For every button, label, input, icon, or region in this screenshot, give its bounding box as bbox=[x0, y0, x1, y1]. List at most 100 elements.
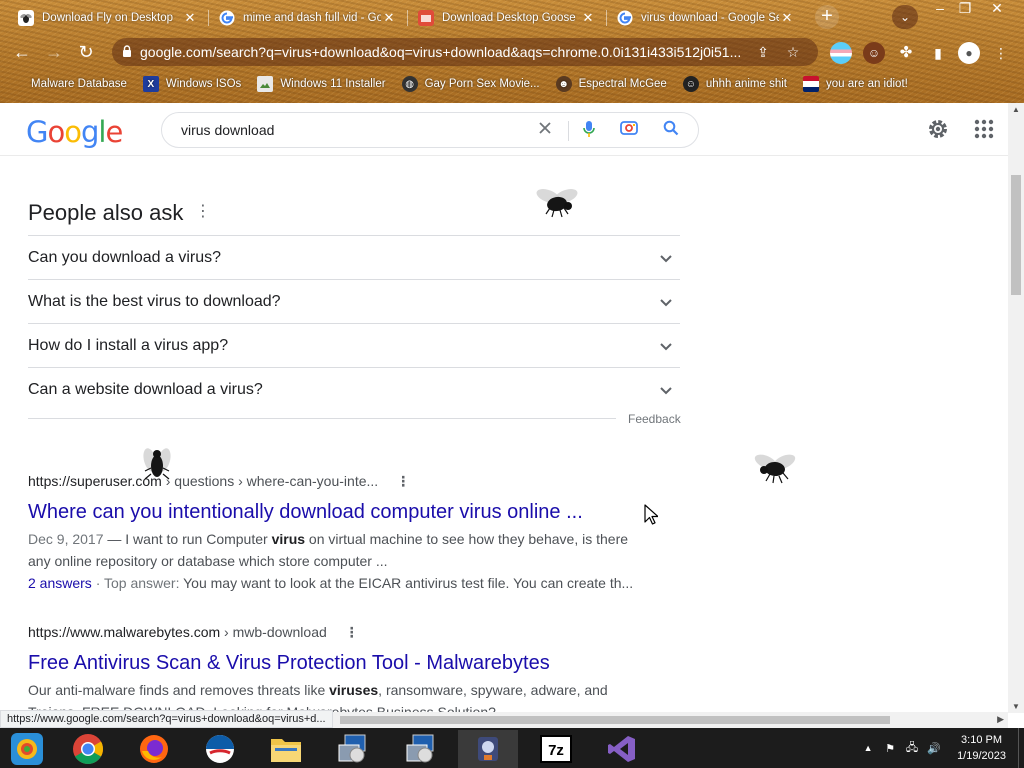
new-tab-button[interactable]: + bbox=[815, 5, 839, 29]
tab-desktop-goose[interactable]: Download Desktop Goose ✕ bbox=[408, 4, 606, 32]
browser-toolbar: ← → ↻ google.com/search?q=virus+download… bbox=[0, 34, 1024, 70]
taskbar-obama-app[interactable] bbox=[190, 730, 250, 768]
action-center-flag-icon[interactable]: ⚑ bbox=[879, 742, 901, 755]
fly-icon[interactable] bbox=[140, 446, 174, 486]
taskbar-7zip[interactable]: 7z bbox=[526, 730, 586, 768]
tab-search-chevron-icon[interactable]: ⌄ bbox=[892, 5, 918, 29]
profile-extension-icon[interactable]: ☺ bbox=[863, 42, 885, 64]
address-url[interactable]: google.com/search?q=virus+download&oq=vi… bbox=[140, 44, 748, 60]
file-explorer-icon bbox=[271, 739, 301, 762]
taskbar-chrome[interactable] bbox=[58, 730, 118, 768]
taskbar-firefox[interactable] bbox=[124, 730, 184, 768]
settings-gear-icon[interactable] bbox=[926, 117, 950, 141]
taskbar-visual-studio[interactable] bbox=[592, 730, 652, 768]
network-icon[interactable]: 🖧 bbox=[901, 739, 923, 758]
bookmark-espectral-mcgee[interactable]: ☻ Espectral McGee bbox=[555, 76, 667, 92]
bookmark-malware-database[interactable]: Malware Database bbox=[8, 76, 127, 92]
result-date: Dec 9, 2017 bbox=[28, 531, 104, 547]
paa-question-text: Can a website download a virus? bbox=[28, 381, 263, 398]
google-favicon-icon bbox=[617, 10, 633, 26]
bookmark-you-are-an-idiot[interactable]: you are an idiot! bbox=[803, 76, 908, 92]
vertical-scrollbar[interactable]: ▲ ▼ bbox=[1008, 103, 1024, 713]
goose-favicon-icon bbox=[418, 10, 434, 26]
tab-mime-and-dash[interactable]: mime and dash full vid - Go ✕ bbox=[209, 4, 407, 32]
result-title-link[interactable]: Where can you intentionally download com… bbox=[28, 499, 648, 525]
bookmark-label: Gay Porn Sex Movie... bbox=[424, 78, 540, 90]
google-logo[interactable]: Google bbox=[26, 115, 123, 149]
show-desktop-button[interactable] bbox=[1018, 728, 1024, 768]
chevron-down-icon bbox=[660, 298, 672, 306]
x-logo-icon: X bbox=[142, 76, 159, 92]
result-menu-icon[interactable]: ⋮ bbox=[345, 622, 359, 642]
tab-close-icon[interactable]: ✕ bbox=[182, 10, 198, 26]
snippet-text: — I want to run Computer bbox=[103, 531, 272, 547]
chrome-menu-icon[interactable]: ⋮ bbox=[990, 42, 1012, 64]
tab-title: mime and dash full vid - Go bbox=[243, 12, 381, 24]
visual-studio-icon bbox=[608, 736, 635, 762]
tab-close-icon[interactable]: ✕ bbox=[580, 10, 596, 26]
tab-download-fly[interactable]: Download Fly on Desktop ✕ bbox=[8, 4, 208, 32]
taskbar-file-explorer[interactable] bbox=[256, 730, 316, 768]
feedback-link[interactable]: Feedback bbox=[628, 412, 681, 426]
tab-close-icon[interactable]: ✕ bbox=[381, 10, 397, 26]
google-apps-grid-icon[interactable] bbox=[972, 117, 996, 141]
show-hidden-icons-chevron-icon[interactable]: ▲ bbox=[857, 743, 879, 753]
volume-icon[interactable]: 🔊 bbox=[923, 742, 945, 755]
more-options-icon[interactable]: ⋮ bbox=[195, 203, 211, 221]
share-icon[interactable]: ⇪ bbox=[748, 44, 778, 61]
start-icon bbox=[11, 733, 43, 765]
tab-close-icon[interactable]: ✕ bbox=[779, 10, 795, 26]
search-box[interactable] bbox=[161, 112, 699, 148]
bookmark-anime[interactable]: ☺ uhhh anime shit bbox=[682, 76, 787, 92]
answers-link[interactable]: 2 answers bbox=[28, 575, 92, 591]
paa-question[interactable]: What is the best virus to download? bbox=[28, 280, 680, 324]
result-site: https://www.malwarebytes.com bbox=[28, 624, 221, 640]
scroll-down-arrow-icon[interactable]: ▼ bbox=[1012, 702, 1020, 711]
side-panel-icon[interactable]: ▮ bbox=[927, 42, 949, 64]
extensions-puzzle-icon[interactable]: ✤ bbox=[895, 42, 917, 64]
link-status-bubble: https://www.google.com/search?q=virus+do… bbox=[0, 710, 333, 728]
address-bar[interactable]: google.com/search?q=virus+download&oq=vi… bbox=[112, 38, 818, 66]
scroll-right-arrow-icon[interactable]: ▶ bbox=[997, 714, 1004, 725]
paa-question-text: How do I install a virus app? bbox=[28, 336, 229, 354]
restore-icon[interactable]: ❐ bbox=[950, 0, 980, 18]
result-title-link[interactable]: Free Antivirus Scan & Virus Protection T… bbox=[28, 650, 648, 676]
scroll-up-arrow-icon[interactable]: ▲ bbox=[1012, 105, 1020, 114]
paa-question[interactable]: Can you download a virus? bbox=[28, 236, 680, 280]
tab-virus-download[interactable]: virus download - Google Se ✕ bbox=[607, 4, 805, 32]
start-button[interactable] bbox=[0, 730, 54, 768]
search-results: People also ask ⋮ Can you download a vir… bbox=[0, 156, 1008, 712]
paa-question[interactable]: How do I install a virus app? bbox=[28, 324, 680, 368]
clock-time: 3:10 PM bbox=[961, 734, 1003, 746]
scrollbar-thumb[interactable] bbox=[1011, 175, 1021, 295]
reload-icon[interactable]: ↻ bbox=[74, 40, 98, 64]
taskbar-installer-2[interactable] bbox=[390, 730, 450, 768]
taskbar-clock[interactable]: 3:10 PM 1/19/2023 bbox=[945, 732, 1018, 764]
search-input[interactable] bbox=[181, 122, 511, 138]
taskbar-installer-1[interactable] bbox=[322, 730, 382, 768]
bookmark-movie-site[interactable]: ◍ Gay Porn Sex Movie... bbox=[401, 76, 540, 92]
profile-avatar-icon[interactable]: ● bbox=[958, 42, 980, 64]
installer-icon bbox=[406, 734, 434, 763]
close-window-icon[interactable]: ✕ bbox=[982, 0, 1012, 18]
extension-flag-icon[interactable] bbox=[830, 42, 852, 64]
clear-search-icon[interactable] bbox=[534, 120, 556, 142]
taskbar-goose-app[interactable] bbox=[458, 730, 518, 768]
bookmark-windows-11-installer[interactable]: Windows 11 Installer bbox=[257, 76, 386, 92]
microphone-icon[interactable] bbox=[578, 120, 600, 142]
search-icon[interactable] bbox=[660, 120, 682, 142]
result-path: › questions › where-can-you-inte... bbox=[161, 473, 379, 489]
bookmark-windows-isos[interactable]: X Windows ISOs bbox=[142, 76, 241, 92]
scrollbar-thumb[interactable] bbox=[340, 716, 890, 724]
paa-question[interactable]: Can a website download a virus? bbox=[28, 368, 680, 412]
result-url[interactable]: https://superuser.com › questions › wher… bbox=[28, 471, 648, 491]
clock-date: 1/19/2023 bbox=[957, 750, 1006, 762]
result-menu-icon[interactable]: ⋮ bbox=[396, 471, 410, 491]
forward-arrow-icon[interactable]: → bbox=[42, 40, 66, 64]
fly-icon[interactable] bbox=[536, 184, 578, 220]
back-arrow-icon[interactable]: ← bbox=[10, 40, 34, 64]
result-url[interactable]: https://www.malwarebytes.com › mwb-downl… bbox=[28, 622, 648, 642]
camera-lens-icon[interactable] bbox=[618, 120, 640, 142]
bookmark-star-icon[interactable]: ☆ bbox=[778, 44, 808, 61]
fly-icon[interactable] bbox=[754, 450, 796, 486]
